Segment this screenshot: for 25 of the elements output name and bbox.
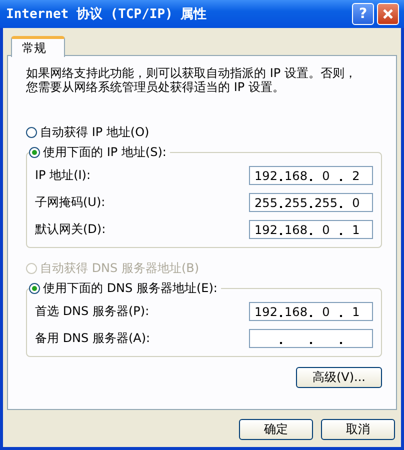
radio-label: 使用下面的 DNS 服务器地址(E): <box>43 280 218 296</box>
tab[interactable]: 常规 <box>11 36 65 57</box>
close-icon <box>382 8 394 20</box>
field-label: 备用 DNS 服务器(A): <box>35 330 150 347</box>
advanced-button[interactable]: 高级(V)... <box>296 367 382 388</box>
ip-address-field[interactable]: 192 168 0 1 <box>249 302 373 321</box>
dialog-button[interactable]: 确定 <box>239 419 313 440</box>
field-label: 首选 DNS 服务器(P): <box>35 303 150 320</box>
radio-label: 使用下面的 IP 地址(S): <box>43 144 166 160</box>
dialog-button[interactable]: 取消 <box>321 419 395 440</box>
radio-button[interactable] <box>26 126 37 138</box>
radio-button[interactable] <box>29 282 40 294</box>
close-button[interactable] <box>377 3 399 25</box>
ip-address-field[interactable] <box>249 329 373 348</box>
field-label: 子网掩码(U): <box>35 194 106 211</box>
ip-address-field[interactable]: 192 168 0 1 <box>249 220 373 239</box>
radio-label: 自动获得 DNS 服务器地址(B) <box>40 260 200 276</box>
window-title: Internet 协议 (TCP/IP) 属性 <box>6 6 207 23</box>
ip-address-field[interactable]: 255 255 255 0 <box>249 193 373 212</box>
field-label: IP 地址(I): <box>35 167 91 184</box>
radio-button[interactable] <box>29 146 40 158</box>
field-label: 默认网关(D): <box>35 221 106 238</box>
radio-label: 自动获得 IP 地址(O) <box>40 124 150 140</box>
description-text: 如果网络支持此功能，则可以获取自动指派的 IP 设置。否则，您需要从网络系统管理员处获得适当的 IP 设置。 <box>26 66 358 94</box>
ip-address-field[interactable]: 192 168 0 2 <box>249 166 373 185</box>
